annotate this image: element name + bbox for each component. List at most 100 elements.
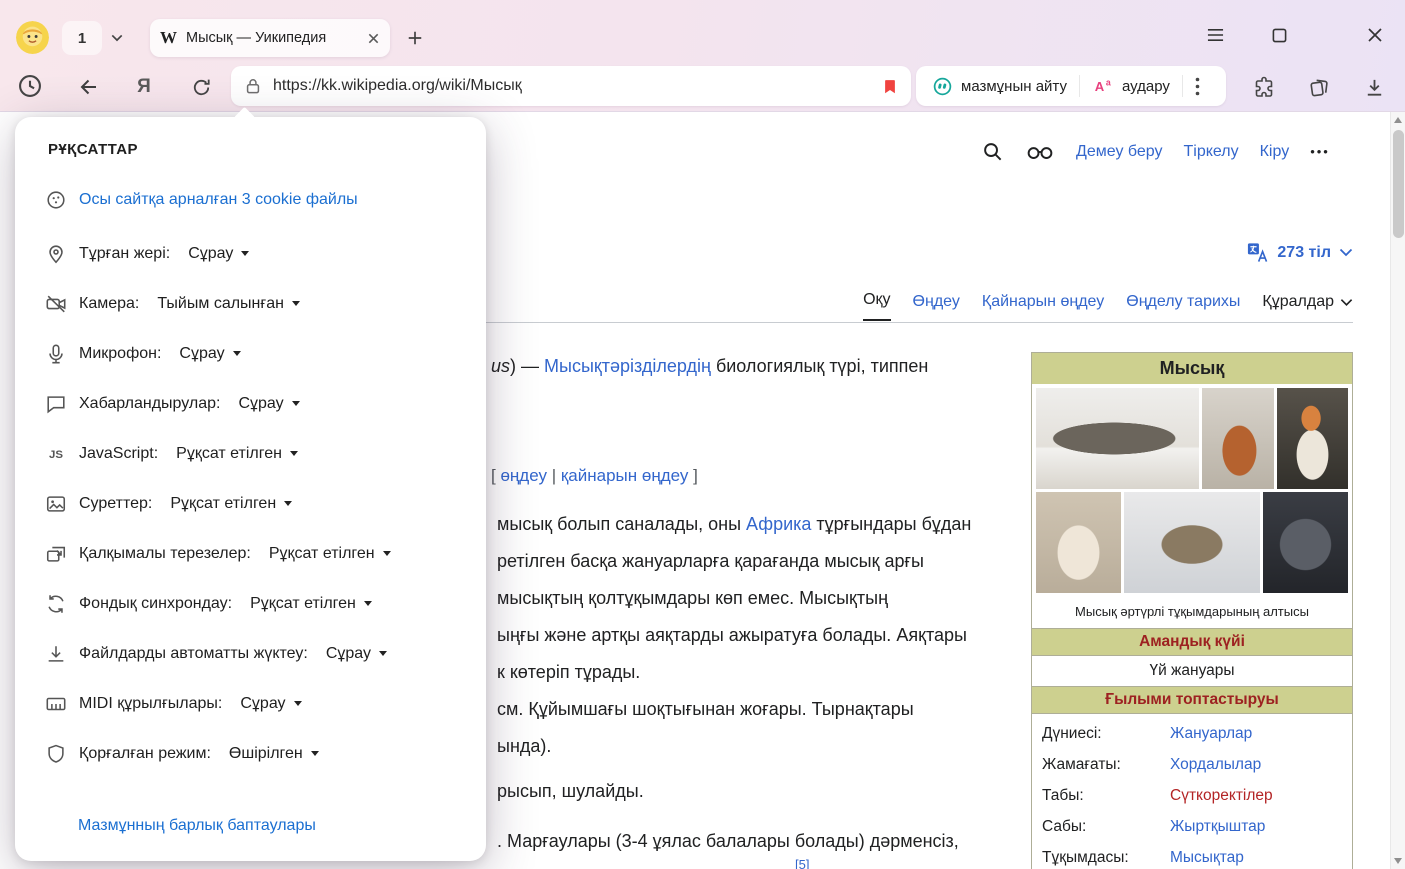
permission-row: Файлдарды автоматты жүктеу:Сұрау (45, 629, 466, 679)
taxobox: Мысық Мысық әртүрлі тұқымдарының алтысы … (1031, 352, 1353, 869)
translate-button[interactable]: А а аудару (1084, 76, 1178, 97)
permission-value-dropdown[interactable]: Сұрау (188, 245, 249, 263)
window-menu-icon[interactable] (1202, 22, 1228, 48)
login-link[interactable]: Кіру (1260, 143, 1290, 161)
donate-link[interactable]: Демеу беру (1076, 143, 1163, 161)
more-options-icon[interactable]: ••• (1310, 144, 1330, 159)
reload-icon[interactable] (188, 74, 214, 100)
cookies-link[interactable]: Осы сайтқа арналған 3 cookie файлы (79, 191, 358, 209)
permission-value-dropdown[interactable]: Өшірілген (229, 745, 319, 763)
permission-value-dropdown[interactable]: Сұрау (238, 395, 299, 413)
permission-row: MIDI құрылғылары:Сұрау (45, 679, 466, 729)
profile-avatar[interactable] (16, 21, 49, 54)
back-icon[interactable] (76, 74, 102, 100)
article-text: . Марғаулары (3-4 ұялас балалары болады)… (497, 831, 959, 851)
permissions-list: Тұрған жері:СұрауКамера:Тыйым салынғанМи… (45, 229, 466, 779)
chevron-down-icon (1339, 248, 1353, 257)
taxonomy-row: Табы:Сүткоректілер (1032, 780, 1352, 811)
article-link[interactable]: өңдеу (500, 466, 547, 485)
maximize-button[interactable] (1266, 22, 1292, 48)
bookmark-icon[interactable] (881, 77, 899, 96)
article-link[interactable]: Африка (746, 514, 811, 534)
close-window-button[interactable] (1362, 22, 1388, 48)
permission-row: Фондық синхрондау:Рұқсат етілген (45, 579, 466, 629)
taxonomy-value-link[interactable]: Сүткоректілер (1170, 787, 1273, 805)
article-tab-3[interactable]: Өңделу тарихы (1126, 293, 1240, 321)
search-icon[interactable] (981, 140, 1004, 163)
register-link[interactable]: Тіркелу (1184, 143, 1239, 161)
article-tab-2[interactable]: Қайнарын өңдеу (982, 293, 1104, 321)
address-bar[interactable]: https://kk.wikipedia.org/wiki/Мысық (231, 66, 911, 106)
history-icon[interactable] (14, 70, 46, 102)
browser-tab[interactable]: W Мысық — Уикипедия (150, 19, 390, 57)
microphone-icon (45, 343, 67, 365)
permission-row: Суреттер:Рұқсат етілген (45, 479, 466, 529)
taxonomy-value-link[interactable]: Жануарлар (1170, 725, 1252, 743)
translate-label: аудару (1122, 78, 1170, 95)
article-text: тұрғындары бұдан (811, 514, 971, 534)
permission-value-dropdown[interactable]: Рұқсат етілген (250, 595, 372, 613)
article-link[interactable]: қайнарын өңдеу (561, 466, 689, 485)
permission-value-dropdown[interactable]: Сұрау (240, 695, 301, 713)
permissions-panel-title: РҰҚСАТТАР (48, 141, 138, 158)
site-permissions-lock-icon[interactable] (243, 76, 263, 96)
gray-tabby-lying-cat-photo[interactable] (1036, 388, 1199, 489)
language-count[interactable]: 273 тіл (1277, 244, 1331, 262)
extensions-puzzle-icon[interactable] (1251, 74, 1277, 100)
article-text-line: . Марғаулары (3-4 ұялас балалары болады)… (497, 831, 959, 852)
gray-cat-face-photo[interactable] (1263, 492, 1348, 593)
tabby-cat-in-snow-photo[interactable] (1124, 492, 1259, 593)
taxonomy-row: Жамағаты:Хордалылар (1032, 749, 1352, 780)
downloads-icon[interactable] (1361, 74, 1387, 100)
translate-icon: А а (1092, 76, 1114, 97)
permission-value-dropdown[interactable]: Сұрау (326, 645, 387, 663)
permission-value-dropdown[interactable]: Тыйым салынған (157, 295, 300, 313)
permission-row: Тұрған жері: Сұрау (45, 229, 466, 279)
divider (1079, 75, 1080, 97)
permission-value-dropdown[interactable]: Рұқсат етілген (170, 495, 292, 513)
tools-menu[interactable]: Құралдар (1262, 293, 1353, 321)
taxobox-caption: Мысық әртүрлі тұқымдарының алтысы (1032, 597, 1352, 628)
collections-icon[interactable] (1306, 74, 1332, 100)
reference-link[interactable]: [5] (795, 857, 809, 869)
page-scrollbar[interactable] (1390, 112, 1405, 869)
toolbar-more-icon[interactable] (1187, 77, 1208, 96)
location-icon (45, 243, 67, 265)
taxonomy-value-link[interactable]: Хордалылар (1170, 756, 1261, 774)
scrollbar-thumb[interactable] (1393, 130, 1404, 238)
new-tab-button[interactable] (402, 25, 428, 51)
permission-value-dropdown[interactable]: Рұқсат етілген (269, 545, 391, 563)
article-text-line: [5] (795, 857, 809, 869)
browser-chrome: 1 W Мысық — Уикипедия (0, 0, 1405, 112)
permission-value-dropdown[interactable]: Сұрау (179, 345, 240, 363)
url-text[interactable]: https://kk.wikipedia.org/wiki/Мысық (273, 77, 871, 95)
site-permissions-panel: РҰҚСАТТАР Осы сайтқа арналған 3 cookie ф… (15, 117, 486, 861)
scroll-down-arrow-icon[interactable] (1394, 858, 1402, 864)
language-selector[interactable]: 273 тіл (1246, 241, 1353, 264)
article-tab-1[interactable]: Өңдеу (913, 293, 960, 321)
white-and-red-cat-photo[interactable] (1277, 388, 1348, 489)
tab-counter-button[interactable]: 1 (62, 21, 102, 55)
tab-list-chevron-icon[interactable] (103, 27, 131, 49)
permission-row: Хабарландырулар:Сұрау (45, 379, 466, 429)
scroll-up-arrow-icon[interactable] (1394, 117, 1402, 123)
taxonomy-label: Жамағаты: (1042, 756, 1170, 774)
tab-counter-value: 1 (78, 30, 86, 47)
red-abyssinian-cat-photo[interactable] (1202, 388, 1273, 489)
taxonomy-value-link[interactable]: Мысықтар (1170, 849, 1244, 867)
all-content-settings-link[interactable]: Мазмұнның барлық баптаулары (78, 817, 316, 835)
yandex-icon[interactable]: Я (130, 73, 158, 101)
article-text: биологиялық түрі, типпен (711, 356, 928, 376)
wikipedia-favicon: W (160, 28, 177, 48)
permission-label: Тұрған жері: (79, 245, 170, 263)
taxonomy-label: Дүниесі: (1042, 725, 1170, 743)
tab-close-icon[interactable] (367, 32, 380, 45)
read-aloud-button[interactable]: мазмұнын айту (924, 76, 1075, 97)
article-text: ында). (497, 736, 551, 756)
taxonomy-value-link[interactable]: Жыртқыштар (1170, 818, 1265, 836)
siamese-cat-photo[interactable] (1036, 492, 1121, 593)
article-tab-0[interactable]: Оқу (863, 291, 890, 321)
appearance-icon[interactable] (1025, 142, 1055, 162)
permission-value-dropdown[interactable]: Рұқсат етілген (176, 445, 298, 463)
article-link[interactable]: Мысықтәрізділердің (544, 356, 711, 376)
